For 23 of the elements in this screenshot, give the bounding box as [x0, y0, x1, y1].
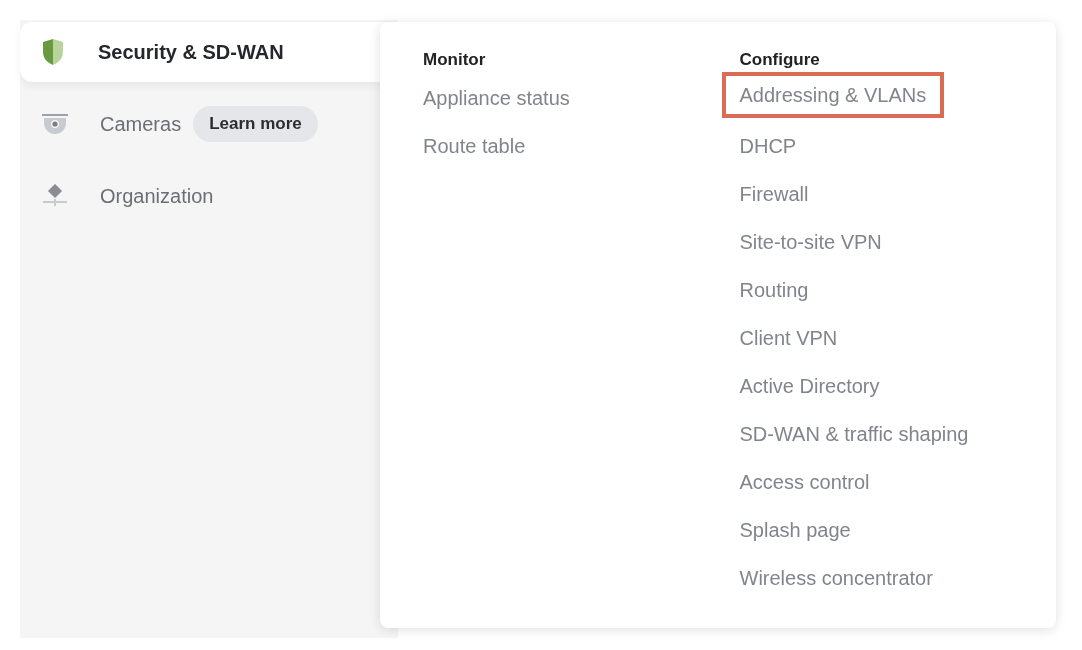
menu-link[interactable]: Site-to-site VPN [739, 220, 882, 268]
organization-icon [42, 184, 68, 208]
sidebar-item[interactable]: Organization [20, 166, 398, 226]
menu-link[interactable]: Client VPN [739, 316, 838, 364]
menu-link[interactable]: Splash page [739, 508, 851, 556]
sidebar-item-label: Security & SD-WAN [98, 40, 284, 64]
column-heading: Configure [739, 50, 820, 71]
column-heading: Monitor [423, 50, 486, 71]
menu-link[interactable]: DHCP [739, 124, 797, 172]
menu-link[interactable]: Firewall [739, 172, 809, 220]
learn-more-button[interactable]: Learn more [193, 106, 318, 142]
menu-link[interactable]: Wireless concentrator [739, 556, 933, 604]
menu-link[interactable]: Access control [739, 460, 870, 508]
menu-link[interactable]: Route table [423, 124, 526, 172]
camera-icon [42, 113, 68, 135]
sidebar-item-label: Cameras [100, 112, 182, 136]
sidebar-item-label: Organization [100, 184, 214, 208]
menu-link[interactable]: Routing [739, 268, 809, 316]
menu-link[interactable]: SD-WAN & traffic shaping [739, 412, 969, 460]
shield-icon [42, 38, 64, 66]
sidebar-item[interactable]: Cameras Learn more [20, 94, 398, 154]
menu-link[interactable]: Appliance status [423, 76, 570, 124]
menu-link[interactable]: Active Directory [739, 364, 880, 412]
